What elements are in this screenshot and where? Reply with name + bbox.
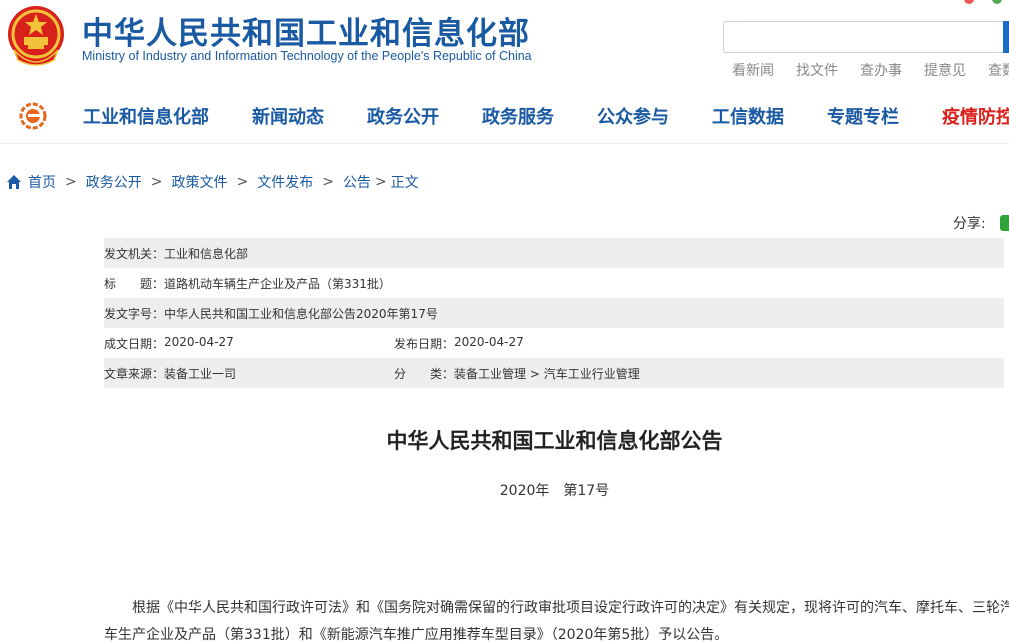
breadcrumb-current: 正文 (390, 175, 419, 191)
nav-item-news[interactable]: 新闻动态 (252, 103, 324, 129)
nav-item-public-participation[interactable]: 公众参与 (597, 103, 669, 129)
meta-cell-created: 成文日期： 2020-04-27 (104, 335, 394, 352)
quick-link-feedback[interactable]: 提意见 (924, 60, 966, 80)
top-decor (964, 0, 1002, 4)
nav-item-gov-affairs[interactable]: 政务公开 (367, 103, 439, 129)
meta-row-doc-no: 发文字号： 中华人民共和国工业和信息化部公告2020年第17号 (104, 298, 1004, 328)
search-input[interactable] (723, 21, 1009, 53)
share-bar: 分享: (953, 213, 1009, 233)
nav-item-data[interactable]: 工信数据 (712, 103, 784, 129)
document-paragraph: 根据《中华人民共和国行政许可法》和《国务院对确需保留的行政审批项目设定行政许可的… (104, 600, 1009, 643)
quick-link-services[interactable]: 查办事 (860, 60, 902, 80)
quick-links: 看新闻 找文件 查办事 提意见 查数 (732, 60, 1009, 80)
meta-row-dates: 成文日期： 2020-04-27 发布日期： 2020-04-27 (104, 328, 1004, 358)
site-title[interactable]: 中华人民共和国工业和信息化部 (82, 8, 530, 53)
meta-value-issuer: 工业和信息化部 (164, 246, 249, 261)
nav-items: 工业和信息化部 新闻动态 政务公开 政务服务 公众参与 工信数据 专题专栏 疫情… (83, 103, 1009, 129)
share-label: 分享: (953, 216, 986, 232)
nav-item-gov-services[interactable]: 政务服务 (482, 103, 554, 129)
breadcrumb-separator: > (65, 174, 77, 190)
meta-row-title: 标 题： 道路机动车辆生产企业及产品（第331批） (104, 268, 1004, 298)
meta-value-doc-no: 中华人民共和国工业和信息化部公告2020年第17号 (164, 306, 438, 321)
search-button[interactable] (1003, 21, 1009, 53)
meta-value-created: 2020-04-27 (164, 334, 234, 349)
meta-row-source: 文章来源： 装备工业一司 分 类： 装备工业管理 > 汽车工业行业管理 (104, 358, 1004, 388)
breadcrumb-separator: > (322, 174, 334, 190)
breadcrumb-policy-docs[interactable]: 政策文件 (171, 172, 227, 192)
meta-value-title: 道路机动车辆生产企业及产品（第331批） (164, 276, 391, 291)
breadcrumb: 首页 > 政务公开 > 政策文件 > 文件发布 > 公告 > 正文 (6, 172, 419, 192)
national-emblem-icon[interactable] (6, 4, 66, 68)
nav-item-ministry[interactable]: 工业和信息化部 (83, 103, 209, 129)
meta-key: 标 题： (104, 276, 165, 291)
breadcrumb-separator: > (374, 174, 387, 190)
green-dot-icon (992, 0, 1002, 4)
breadcrumb-separator: > (236, 174, 249, 190)
meta-value-source: 装备工业一司 (164, 366, 237, 381)
nav-item-topics[interactable]: 专题专栏 (827, 103, 899, 129)
nav-item-epidemic[interactable]: 疫情防控 (942, 103, 1009, 129)
document-title: 中华人民共和国工业和信息化部公告 (386, 429, 723, 453)
meta-value-published: 2020-04-27 (454, 334, 524, 349)
breadcrumb-home[interactable]: 首页 (28, 172, 56, 192)
main-nav: 工业和信息化部 新闻动态 政务公开 政务服务 公众参与 工信数据 专题专栏 疫情… (0, 88, 1009, 144)
red-dot-icon (964, 0, 974, 4)
meta-key: 发布日期： (394, 336, 455, 351)
meta-cell-source: 文章来源： 装备工业一司 (104, 365, 394, 382)
breadcrumb-announcement[interactable]: 公告 (343, 172, 371, 192)
document-number: 2020年 第17号 (499, 483, 610, 499)
site-subtitle: Ministry of Industry and Information Tec… (82, 49, 532, 63)
home-icon[interactable] (6, 174, 22, 190)
quick-link-files[interactable]: 找文件 (796, 60, 838, 80)
wechat-share-icon[interactable] (999, 215, 1009, 231)
meta-key: 发文字号： (104, 306, 165, 321)
document-body: 根据《中华人民共和国行政许可法》和《国务院对确需保留的行政审批项目设定行政许可的… (104, 595, 1009, 643)
breadcrumb-file-release[interactable]: 文件发布 (257, 172, 313, 192)
meta-row-issuer: 发文机关： 工业和信息化部 (104, 238, 1004, 268)
document-meta-table: 发文机关： 工业和信息化部 标 题： 道路机动车辆生产企业及产品（第331批） … (104, 238, 1004, 388)
quick-link-news[interactable]: 看新闻 (732, 60, 774, 80)
meta-key: 成文日期： (104, 336, 165, 351)
meta-cell-published: 发布日期： 2020-04-27 (394, 335, 524, 352)
meta-cell-category: 分 类： 装备工业管理 > 汽车工业行业管理 (394, 365, 640, 382)
meta-key: 发文机关： (104, 246, 165, 261)
quick-link-data[interactable]: 查数 (988, 60, 1009, 80)
site-header: 中华人民共和国工业和信息化部 Ministry of Industry and … (0, 0, 1009, 88)
meta-key: 文章来源： (104, 366, 165, 381)
meta-key: 分 类： (394, 366, 455, 381)
breadcrumb-separator: > (150, 174, 163, 190)
meta-value-category: 装备工业管理 > 汽车工业行业管理 (454, 366, 640, 381)
ministry-logo-icon[interactable] (18, 102, 48, 130)
breadcrumb-gov-affairs[interactable]: 政务公开 (86, 172, 142, 192)
